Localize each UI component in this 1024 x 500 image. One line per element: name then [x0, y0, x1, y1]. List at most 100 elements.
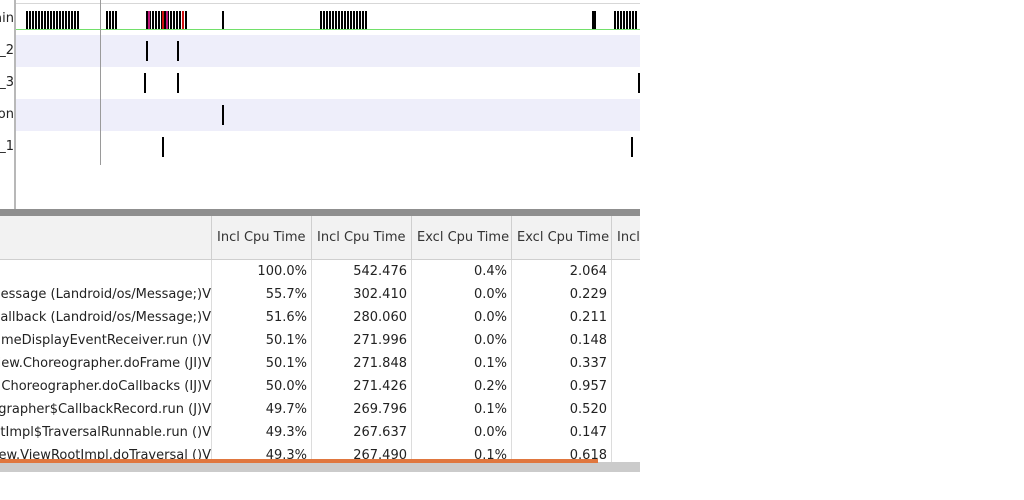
trace-event-mark[interactable] — [323, 11, 325, 29]
column-header-incl-real-pct[interactable]: Incl — [612, 216, 640, 259]
trace-event-mark[interactable] — [592, 11, 596, 29]
trace-event-mark[interactable] — [41, 11, 43, 29]
trace-event-mark[interactable] — [68, 11, 70, 29]
thread-label[interactable]: Binder_3 — [0, 67, 14, 99]
timeline-rows[interactable] — [16, 3, 640, 163]
trace-event-mark[interactable] — [166, 11, 168, 29]
table-row[interactable]: android.view.ViewRootImpl$TraversalRunna… — [0, 421, 640, 444]
trace-event-mark[interactable] — [365, 11, 367, 29]
trace-event-mark[interactable] — [632, 11, 634, 29]
trace-event-mark[interactable] — [353, 11, 355, 29]
trace-event-mark[interactable] — [53, 11, 55, 29]
trace-event-mark[interactable] — [50, 11, 52, 29]
trace-event-mark[interactable] — [59, 11, 61, 29]
cell-excl-cpu: 2.064 — [569, 264, 607, 279]
scrollbar-thumb[interactable] — [0, 459, 598, 463]
trace-event-mark[interactable] — [47, 11, 49, 29]
trace-event-mark[interactable] — [222, 11, 224, 29]
trace-event-mark[interactable] — [638, 73, 640, 93]
trace-event-mark[interactable] — [350, 11, 352, 29]
trace-event-mark[interactable] — [112, 11, 114, 29]
horizontal-scrollbar[interactable] — [0, 462, 640, 472]
column-header-excl-cpu[interactable]: Excl Cpu Time — [512, 216, 612, 259]
trace-event-mark[interactable] — [115, 11, 117, 29]
trace-event-mark[interactable] — [617, 11, 619, 29]
column-header-name[interactable] — [0, 216, 212, 259]
column-header-excl-cpu-pct[interactable]: Excl Cpu Time — [412, 216, 512, 259]
table-row[interactable]: android.view.Choreographer$FrameDisplayE… — [0, 329, 640, 352]
trace-event-mark[interactable] — [148, 11, 150, 29]
trace-event-mark[interactable] — [155, 11, 157, 29]
trace-event-mark[interactable] — [614, 11, 616, 29]
trace-event-mark[interactable] — [182, 11, 184, 29]
trace-event-mark[interactable] — [338, 11, 340, 29]
trace-event-mark[interactable] — [44, 11, 46, 29]
thread-label[interactable]: FinalizerDaemon — [0, 99, 14, 131]
trace-event-mark[interactable] — [109, 11, 111, 29]
trace-event-mark[interactable] — [158, 11, 160, 29]
panel-splitter[interactable] — [0, 209, 640, 216]
trace-event-mark[interactable] — [32, 11, 34, 29]
trace-event-mark[interactable] — [177, 73, 179, 93]
table-row[interactable]: 100.0% 542.476 0.4% 2.064 — [0, 260, 640, 283]
trace-event-mark[interactable] — [26, 11, 28, 29]
table-row[interactable]: android.view.Choreographer.doCallbacks (… — [0, 375, 640, 398]
trace-event-mark[interactable] — [626, 11, 628, 29]
trace-event-mark[interactable] — [144, 73, 146, 93]
trace-event-mark[interactable] — [347, 11, 349, 29]
trace-event-mark[interactable] — [35, 11, 37, 29]
table-row[interactable]: android.os.Handler.dispatchMessage (Land… — [0, 283, 640, 306]
trace-event-mark[interactable] — [74, 11, 76, 29]
trace-event-mark[interactable] — [356, 11, 358, 29]
trace-event-mark[interactable] — [329, 11, 331, 29]
column-header-incl-cpu-pct[interactable]: Incl Cpu Time — [212, 216, 312, 259]
trace-event-mark[interactable] — [629, 11, 631, 29]
trace-event-mark[interactable] — [362, 11, 364, 29]
thread-label[interactable]: Binder_2 — [0, 35, 14, 67]
trace-event-mark[interactable] — [71, 11, 73, 29]
trace-event-mark[interactable] — [65, 11, 67, 29]
trace-event-mark[interactable] — [179, 11, 181, 29]
trace-event-mark[interactable] — [631, 137, 633, 157]
trace-event-mark[interactable] — [344, 11, 346, 29]
trace-event-mark[interactable] — [177, 41, 179, 61]
timeline-row-finalizer[interactable] — [16, 99, 640, 131]
trace-event-mark[interactable] — [335, 11, 337, 29]
trace-event-mark[interactable] — [170, 11, 172, 29]
trace-event-mark[interactable] — [222, 105, 224, 125]
trace-event-mark[interactable] — [29, 11, 31, 29]
trace-event-mark[interactable] — [62, 11, 64, 29]
trace-event-mark[interactable] — [106, 11, 108, 29]
trace-event-mark[interactable] — [320, 11, 322, 29]
timeline-row-binder-1[interactable] — [16, 131, 640, 163]
timeline-row-binder-2[interactable] — [16, 35, 640, 67]
trace-event-mark[interactable] — [162, 137, 164, 157]
trace-event-mark[interactable] — [56, 11, 58, 29]
traceview-window: main Binder_2 Binder_3 FinalizerDaemon B… — [0, 0, 640, 476]
trace-event-mark[interactable] — [77, 11, 79, 29]
column-header-incl-cpu[interactable]: Incl Cpu Time — [312, 216, 412, 259]
cell-name: android.view.Choreographer.doCallbacks (… — [0, 379, 211, 394]
trace-event-mark[interactable] — [635, 11, 637, 29]
trace-event-mark[interactable] — [162, 11, 164, 29]
trace-event-mark[interactable] — [176, 11, 178, 29]
table-row[interactable]: android.view.Choreographer.doFrame (JI)V… — [0, 352, 640, 375]
timeline-cursor[interactable] — [100, 0, 101, 165]
thread-label[interactable]: Binder_1 — [0, 131, 14, 163]
timeline-row-main[interactable] — [16, 3, 640, 35]
table-row[interactable]: android.os.Handler.handleCallback (Landr… — [0, 306, 640, 329]
thread-label[interactable]: main — [0, 3, 14, 35]
trace-event-mark[interactable] — [341, 11, 343, 29]
table-row[interactable]: android.view.Choreographer$CallbackRecor… — [0, 398, 640, 421]
trace-event-mark[interactable] — [623, 11, 625, 29]
trace-event-mark[interactable] — [620, 11, 622, 29]
trace-event-mark[interactable] — [173, 11, 175, 29]
timeline-row-binder-3[interactable] — [16, 67, 640, 99]
trace-event-mark[interactable] — [185, 11, 187, 29]
trace-event-mark[interactable] — [326, 11, 328, 29]
trace-event-mark[interactable] — [359, 11, 361, 29]
trace-event-mark[interactable] — [152, 11, 154, 29]
trace-event-mark[interactable] — [38, 11, 40, 29]
trace-event-mark[interactable] — [332, 11, 334, 29]
trace-event-mark[interactable] — [146, 41, 148, 61]
